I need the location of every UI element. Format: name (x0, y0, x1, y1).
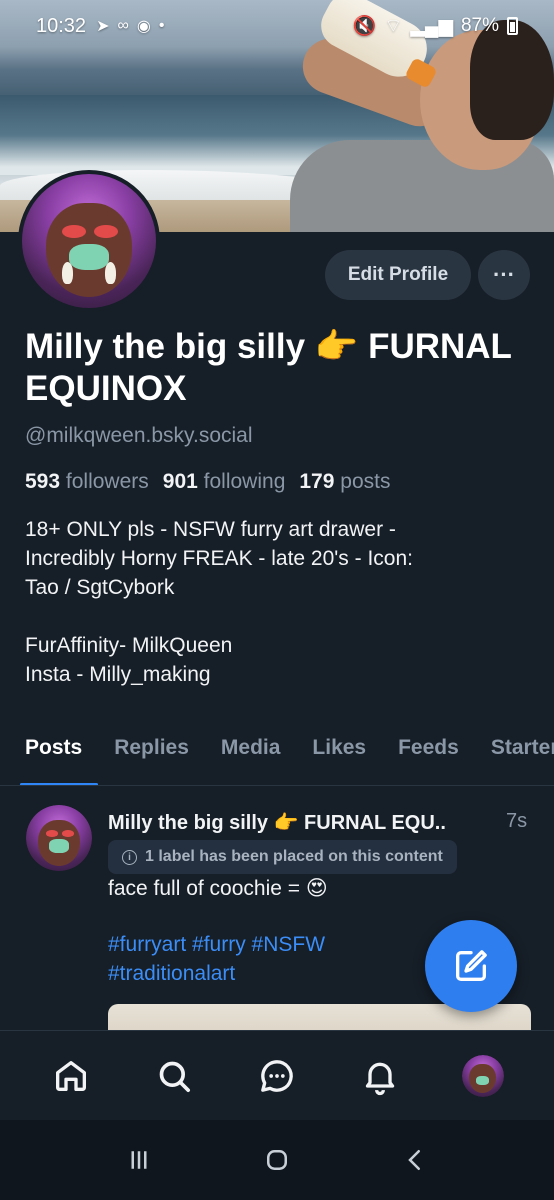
avatar-image (26, 805, 92, 871)
profile-stats: 593 followers 901 following 179 posts (25, 470, 390, 494)
label-notice-text: 1 label has been placed on this content (145, 848, 443, 865)
home-icon (56, 1060, 87, 1091)
tab-replies[interactable]: Replies (98, 726, 205, 785)
following-stat[interactable]: 901 following (163, 470, 286, 494)
bio-line: Tao / SgtCybork (25, 576, 175, 599)
followers-stat[interactable]: 593 followers (25, 470, 149, 494)
signal-icon: ▂▄▆ (410, 15, 453, 37)
tab-likes[interactable]: Likes (296, 726, 382, 785)
battery-percent: 87% (460, 15, 499, 36)
wifi-icon: ⌔ (384, 16, 403, 37)
bottom-navigation (0, 1030, 554, 1120)
compose-icon (456, 950, 487, 981)
post-hashtags[interactable]: #furryart #furry #NSFW #traditionalart (108, 930, 408, 988)
nav-notifications[interactable] (352, 1048, 408, 1104)
home-button-icon[interactable] (262, 1145, 292, 1175)
avatar-eye (61, 830, 74, 837)
posts-label: posts (340, 470, 391, 493)
avatar-snout (68, 243, 110, 271)
avatar-tusk (105, 262, 116, 284)
recent-apps-icon[interactable] (124, 1145, 154, 1175)
notification-icons: ➤ ∞ ◉ • (96, 16, 164, 36)
info-icon: i (122, 849, 137, 865)
avatar-snout (476, 1076, 489, 1085)
profile-bio: 18+ ONLY pls - NSFW furry art drawer - I… (25, 515, 535, 689)
telegram-icon: ➤ (96, 18, 110, 35)
status-bar: 10:32 ➤ ∞ ◉ • 🔇 ⌔ ▂▄▆ 87% (0, 0, 554, 52)
nav-search[interactable] (146, 1048, 202, 1104)
profile-handle: @milkqween.bsky.social (25, 424, 253, 447)
tab-feeds[interactable]: Feeds (382, 726, 475, 785)
following-label: following (203, 470, 286, 493)
chat-icon (261, 1059, 293, 1092)
bio-line: FurAffinity- MilkQueen (25, 634, 233, 657)
battery-icon (507, 17, 518, 35)
followers-count: 593 (25, 470, 61, 493)
nav-home[interactable] (43, 1048, 99, 1104)
tab-media[interactable]: Media (205, 726, 297, 785)
bio-line: 18+ ONLY pls - NSFW furry art drawer - (25, 518, 396, 541)
avatar-eye (45, 830, 58, 837)
profile-avatar (461, 1054, 504, 1097)
more-options-button[interactable]: ··· (478, 250, 530, 300)
dot-icon: • (158, 17, 165, 34)
profile-tabs: Posts Replies Media Likes Feeds Starter … (0, 726, 554, 786)
post-author-name[interactable]: Milly the big silly 👉 FURNAL EQU.. (108, 810, 446, 835)
post-timestamp: 7s (506, 810, 528, 832)
nav-profile[interactable] (455, 1048, 511, 1104)
tab-starter-packs[interactable]: Starter Packs (475, 726, 554, 785)
display-name: Milly the big silly 👉 FURNAL EQUINOX (25, 327, 512, 408)
tab-posts[interactable]: Posts (0, 726, 99, 785)
compose-button[interactable] (425, 920, 517, 1012)
bell-icon (365, 1062, 394, 1095)
bio-line: Insta - Milly_making (25, 663, 211, 686)
back-icon[interactable] (400, 1145, 430, 1175)
bio-line: Incredibly Horny FREAK - late 20's - Ico… (25, 547, 413, 570)
posts-count: 179 (299, 470, 335, 493)
posts-stat: 179 posts (299, 470, 390, 494)
profile-avatar[interactable] (18, 170, 160, 312)
post-author-avatar[interactable] (26, 805, 92, 871)
avatar-image (22, 174, 156, 308)
status-time: 10:32 (36, 14, 87, 37)
following-count: 901 (162, 470, 198, 493)
content-label-notice[interactable]: i 1 label has been placed on this conten… (108, 840, 457, 874)
search-icon (159, 1061, 191, 1092)
followers-label: followers (65, 470, 149, 493)
avatar-snout (49, 839, 69, 853)
messenger-icon: ◉ (136, 18, 151, 35)
voicemail-icon: ∞ (117, 17, 129, 34)
nav-chat[interactable] (249, 1048, 305, 1104)
edit-profile-button[interactable]: Edit Profile (325, 250, 471, 300)
bio-line (25, 602, 535, 631)
post-text: face full of coochie = 😍 (108, 877, 328, 900)
avatar-tusk (62, 262, 73, 284)
avatar-image (461, 1054, 504, 1097)
mute-icon: 🔇 (352, 16, 377, 37)
system-navigation (0, 1120, 554, 1200)
